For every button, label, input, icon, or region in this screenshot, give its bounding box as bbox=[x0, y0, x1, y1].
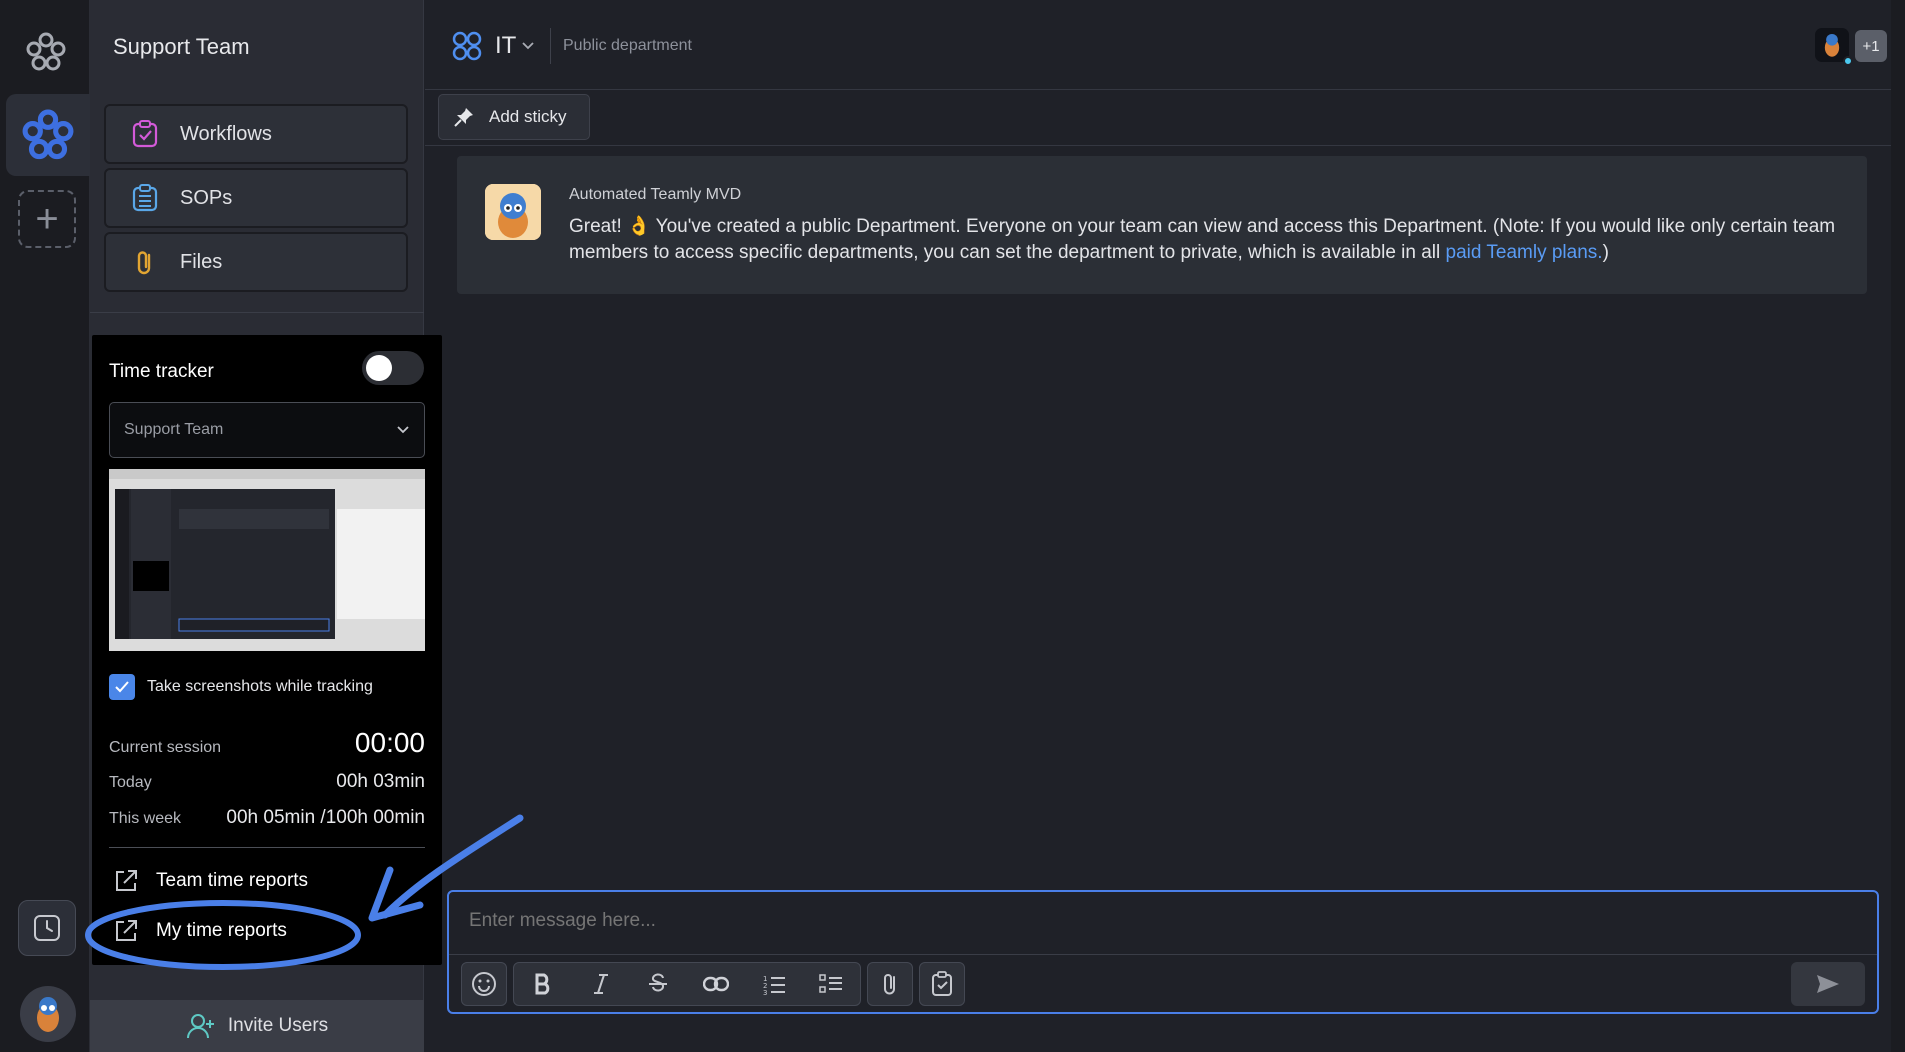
invite-users-button[interactable]: Invite Users bbox=[90, 1000, 424, 1052]
italic-icon[interactable] bbox=[572, 963, 630, 1005]
department-type: Public department bbox=[563, 37, 692, 54]
add-sticky-label: Add sticky bbox=[489, 107, 567, 126]
bullet-list-icon[interactable] bbox=[802, 963, 860, 1005]
send-icon bbox=[1817, 975, 1839, 993]
message-body: Great! 👌 You've created a public Departm… bbox=[569, 216, 1836, 263]
format-toolbar: 123 bbox=[513, 962, 861, 1006]
message-input[interactable] bbox=[469, 910, 1849, 932]
sidebar-item-workflows[interactable]: Workflows bbox=[104, 104, 408, 164]
today-value: 00h 03min bbox=[336, 771, 425, 792]
team-time-reports-label: Team time reports bbox=[156, 870, 309, 891]
time-tracker-button[interactable] bbox=[18, 900, 76, 956]
svg-text:3: 3 bbox=[763, 989, 767, 995]
app-window: + Support Team Workflows SOPs Files Invi… bbox=[0, 0, 1905, 1052]
my-time-reports-link[interactable]: My time reports bbox=[112, 917, 287, 945]
attach-group bbox=[867, 962, 913, 1006]
checkmark-icon bbox=[115, 681, 129, 693]
week-value: 00h 05min /100h 00min bbox=[226, 807, 425, 828]
time-tracker-title: Time tracker bbox=[109, 361, 214, 382]
add-sticky-button[interactable]: Add sticky bbox=[438, 94, 590, 140]
current-session-value: 00:00 bbox=[354, 727, 425, 758]
toggle-knob bbox=[366, 355, 392, 381]
user-avatar[interactable] bbox=[20, 986, 76, 1042]
chevron-down-icon[interactable] bbox=[521, 38, 535, 56]
sidebar-item-label: Workflows bbox=[180, 122, 272, 145]
more-members-badge[interactable]: +1 bbox=[1855, 30, 1887, 62]
sidebar-item-sops[interactable]: SOPs bbox=[104, 168, 408, 228]
week-label: This week bbox=[109, 810, 182, 827]
sidebar-item-label: SOPs bbox=[180, 186, 233, 209]
team-title: Support Team bbox=[113, 34, 250, 59]
my-time-reports-label: My time reports bbox=[156, 920, 287, 941]
clock-icon bbox=[34, 915, 60, 941]
today-label: Today bbox=[109, 774, 152, 791]
ordered-list-icon[interactable]: 123 bbox=[745, 963, 803, 1005]
online-status-dot bbox=[1843, 56, 1853, 66]
bold-icon[interactable] bbox=[514, 963, 572, 1005]
sidebar-item-files[interactable]: Files bbox=[104, 232, 408, 292]
send-button[interactable] bbox=[1791, 962, 1865, 1006]
paid-plans-link[interactable]: paid Teamly plans. bbox=[1446, 242, 1603, 263]
teamly-logo-icon[interactable] bbox=[24, 30, 68, 74]
screenshots-label: Take screenshots while tracking bbox=[147, 678, 373, 695]
composer-divider bbox=[449, 954, 1877, 955]
message-card: Automated Teamly MVD Great! 👌 You've cre… bbox=[457, 156, 1867, 294]
message-composer: 123 bbox=[447, 890, 1879, 1014]
pin-icon bbox=[454, 108, 473, 127]
external-link-icon bbox=[116, 870, 137, 891]
workflow-icon bbox=[130, 119, 160, 149]
message-body-end: ) bbox=[1602, 242, 1609, 263]
department-grid-icon bbox=[451, 30, 483, 67]
sop-list-icon bbox=[130, 183, 160, 213]
sidebar-item-label: Files bbox=[180, 250, 223, 273]
team-select-value: Support Team bbox=[124, 421, 224, 438]
current-session-row: Current session 00:00 bbox=[109, 727, 425, 759]
emoji-group bbox=[461, 962, 507, 1006]
add-user-icon bbox=[186, 1014, 214, 1039]
sidebar-divider bbox=[90, 312, 424, 313]
workspace-button-active[interactable] bbox=[6, 94, 90, 176]
link-icon[interactable] bbox=[687, 963, 745, 1005]
chevron-down-icon bbox=[397, 426, 409, 434]
task-icon[interactable] bbox=[920, 963, 964, 1005]
today-row: Today 00h 03min bbox=[109, 771, 425, 793]
attachment-icon[interactable] bbox=[868, 963, 912, 1005]
checkbox-checked[interactable] bbox=[109, 674, 135, 700]
workspace-logo-icon bbox=[22, 109, 74, 160]
message-author: Automated Teamly MVD bbox=[569, 186, 742, 203]
emoji-icon[interactable] bbox=[462, 963, 506, 1005]
sticky-bar: Add sticky bbox=[425, 90, 1891, 146]
invite-users-label: Invite Users bbox=[227, 1015, 329, 1036]
department-header: IT Public department +1 bbox=[425, 0, 1891, 90]
plus-icon: + bbox=[35, 197, 59, 241]
department-name[interactable]: IT bbox=[495, 32, 516, 60]
add-workspace-button[interactable]: + bbox=[18, 190, 76, 248]
message-text: Great! 👌 You've created a public Departm… bbox=[569, 214, 1849, 266]
paperclip-icon bbox=[130, 247, 160, 277]
header-divider bbox=[550, 28, 551, 64]
strikethrough-icon[interactable] bbox=[629, 963, 687, 1005]
tracker-divider bbox=[109, 847, 425, 848]
task-group bbox=[919, 962, 965, 1006]
team-select[interactable]: Support Team bbox=[109, 402, 425, 458]
time-tracker-popup: Time tracker Support Team Take screensho… bbox=[92, 335, 442, 965]
week-row: This week 00h 05min /100h 00min bbox=[109, 807, 425, 829]
external-link-icon bbox=[116, 920, 137, 941]
workspace-rail: + bbox=[0, 0, 90, 1052]
screenshot-preview[interactable] bbox=[109, 469, 425, 651]
screenshots-checkbox-row[interactable]: Take screenshots while tracking bbox=[109, 674, 373, 700]
current-session-label: Current session bbox=[109, 739, 222, 756]
bot-avatar bbox=[485, 184, 541, 240]
team-time-reports-link[interactable]: Team time reports bbox=[112, 867, 308, 895]
time-tracker-toggle[interactable] bbox=[362, 351, 424, 385]
